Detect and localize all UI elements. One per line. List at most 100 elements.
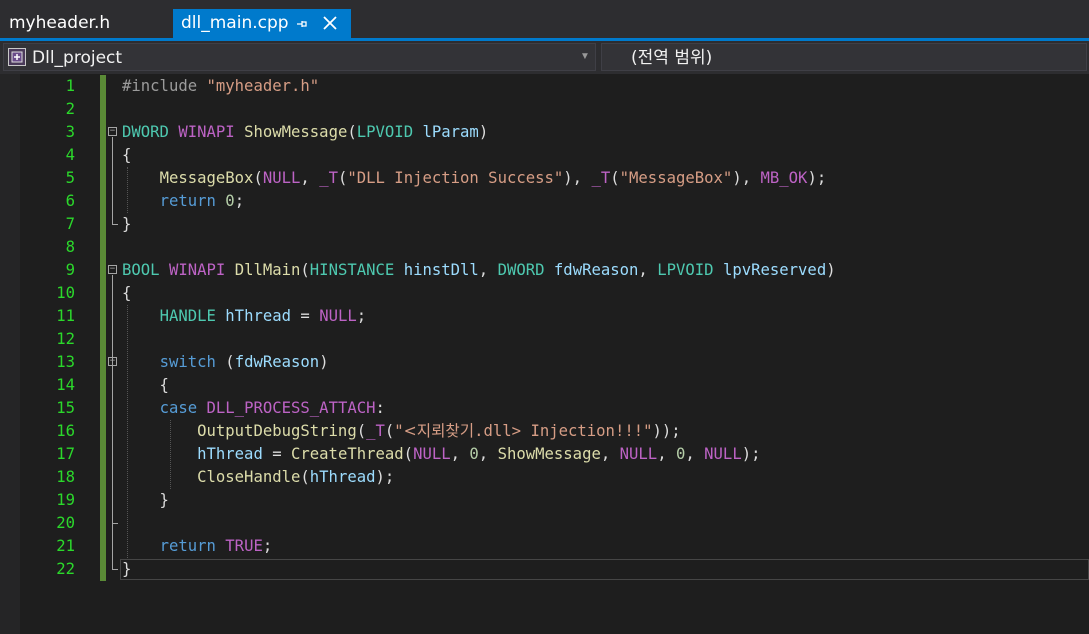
code-token: 0	[469, 445, 479, 463]
change-indicator	[100, 167, 106, 190]
indent-guide	[127, 167, 128, 213]
scope-name: (전역 범위)	[631, 48, 713, 68]
code-token: :	[375, 399, 385, 417]
code-line[interactable]: 17 hThread = CreateThread(NULL, 0, ShowM…	[0, 443, 1089, 466]
code-line[interactable]: 15 case DLL_PROCESS_ATTACH:	[0, 397, 1089, 420]
line-number: 6	[65, 192, 75, 210]
code-text: {	[122, 144, 131, 167]
tab-label: myheader.h	[9, 13, 111, 33]
code-token: fdwReason	[234, 353, 320, 371]
line-number: 5	[65, 169, 75, 187]
chevron-down-icon[interactable]: ▼	[580, 44, 590, 70]
collapse-icon[interactable]: −	[108, 265, 117, 274]
code-token: CreateThread	[291, 445, 404, 463]
scope-dropdown[interactable]: (전역 범위)	[601, 43, 1087, 71]
code-token: }	[122, 215, 132, 233]
close-icon[interactable]	[323, 9, 337, 39]
fold-outline-end	[112, 224, 118, 225]
code-token: ,	[685, 445, 705, 463]
code-token: (	[253, 169, 263, 187]
code-token: WINAPI	[178, 123, 235, 141]
code-token: _T	[591, 169, 611, 187]
code-token: switch	[159, 353, 216, 371]
code-token: MessageBox	[159, 169, 254, 187]
code-line[interactable]: 19 }	[0, 489, 1089, 512]
code-line[interactable]: 9 − BOOL WINAPI DllMain(HINSTANCE hinstDll…	[0, 259, 1089, 282]
code-text: {	[122, 374, 169, 397]
indent-guide	[127, 305, 128, 558]
code-token: 0	[675, 445, 686, 463]
code-text: }	[122, 489, 169, 512]
code-text: return 0;	[122, 190, 245, 213]
fold-outline-end	[112, 569, 118, 570]
code-token: ShowMessage	[244, 123, 348, 141]
code-line[interactable]: 2	[0, 98, 1089, 121]
code-token: "DLL Injection Success"	[347, 169, 564, 187]
code-token: ,	[300, 169, 320, 187]
code-token: "	[394, 422, 404, 440]
code-token: LPVOID	[356, 123, 414, 141]
code-line[interactable]: 8	[0, 236, 1089, 259]
code-line[interactable]: 12	[0, 328, 1089, 351]
code-line[interactable]: 11 HANDLE hThread = NULL;	[0, 305, 1089, 328]
code-token: (	[610, 169, 620, 187]
code-token: )	[319, 353, 329, 371]
code-token: MB_OK	[760, 169, 808, 187]
code-token: (	[337, 169, 348, 187]
project-dropdown[interactable]: Dll_project ▼	[3, 43, 596, 71]
code-line[interactable]: 20	[0, 512, 1089, 535]
code-text: #include "myheader.h"	[122, 75, 319, 98]
change-indicator	[100, 305, 106, 328]
tab-myheader-h[interactable]: myheader.h	[0, 9, 169, 38]
line-number: 19	[56, 491, 75, 509]
change-indicator	[100, 489, 106, 512]
code-line[interactable]: 7}	[0, 213, 1089, 236]
tab-dll-main-cpp[interactable]: dll_main.cpp	[173, 9, 351, 38]
line-number: 15	[56, 399, 75, 417]
line-number: 21	[56, 537, 75, 555]
code-text: HANDLE hThread = NULL;	[122, 305, 367, 328]
code-token: case	[159, 399, 198, 417]
code-line[interactable]: 6 return 0;	[0, 190, 1089, 213]
code-line[interactable]: 4{	[0, 144, 1089, 167]
code-token: NULL	[319, 307, 357, 325]
line-number: 20	[56, 514, 75, 532]
code-line[interactable]: 3 − DWORD WINAPI ShowMessage(LPVOID lParam…	[0, 121, 1089, 144]
code-line[interactable]: 14 {	[0, 374, 1089, 397]
change-indicator	[100, 512, 106, 535]
code-token: {	[122, 284, 132, 302]
code-token: NULL	[262, 169, 301, 187]
code-token: LPVOID	[657, 261, 714, 279]
collapse-icon[interactable]: −	[108, 127, 117, 136]
code-token: (	[300, 261, 310, 279]
line-number: 3	[65, 123, 75, 141]
pin-icon[interactable]	[296, 9, 308, 41]
code-text: OutputDebugString(_T("<지뢰찾기.dll> Injecti…	[122, 420, 681, 443]
code-line[interactable]: 13− switch (fdwReason)	[0, 351, 1089, 374]
code-line[interactable]: 21 return TRUE;	[0, 535, 1089, 558]
code-token: TRUE	[225, 537, 263, 555]
code-line[interactable]: 18 CloseHandle(hThread);	[0, 466, 1089, 489]
line-number: 22	[56, 560, 75, 578]
code-token: (	[403, 445, 414, 463]
code-line[interactable]: 16 OutputDebugString(_T("<지뢰찾기.dll> Inje…	[0, 420, 1089, 443]
code-token: HANDLE	[159, 307, 216, 325]
change-indicator	[100, 374, 106, 397]
code-line[interactable]: 5 MessageBox(NULL, _T("DLL Injection Suc…	[0, 167, 1089, 190]
line-number: 11	[56, 307, 75, 325]
change-indicator	[100, 98, 106, 121]
line-number: 14	[56, 376, 75, 394]
code-line[interactable]: 10 {	[0, 282, 1089, 305]
change-indicator	[100, 443, 106, 466]
change-indicator	[100, 75, 106, 98]
code-token: ShowMessage	[497, 445, 601, 463]
code-token: ),	[732, 169, 761, 187]
code-token: BOOL	[122, 261, 160, 279]
project-name: Dll_project	[32, 48, 123, 68]
code-line[interactable]: 1 #include "myheader.h"	[0, 75, 1089, 98]
code-editor[interactable]: 1 #include "myheader.h" 2 3− DWORD WINAPI Sh…	[0, 74, 1089, 634]
